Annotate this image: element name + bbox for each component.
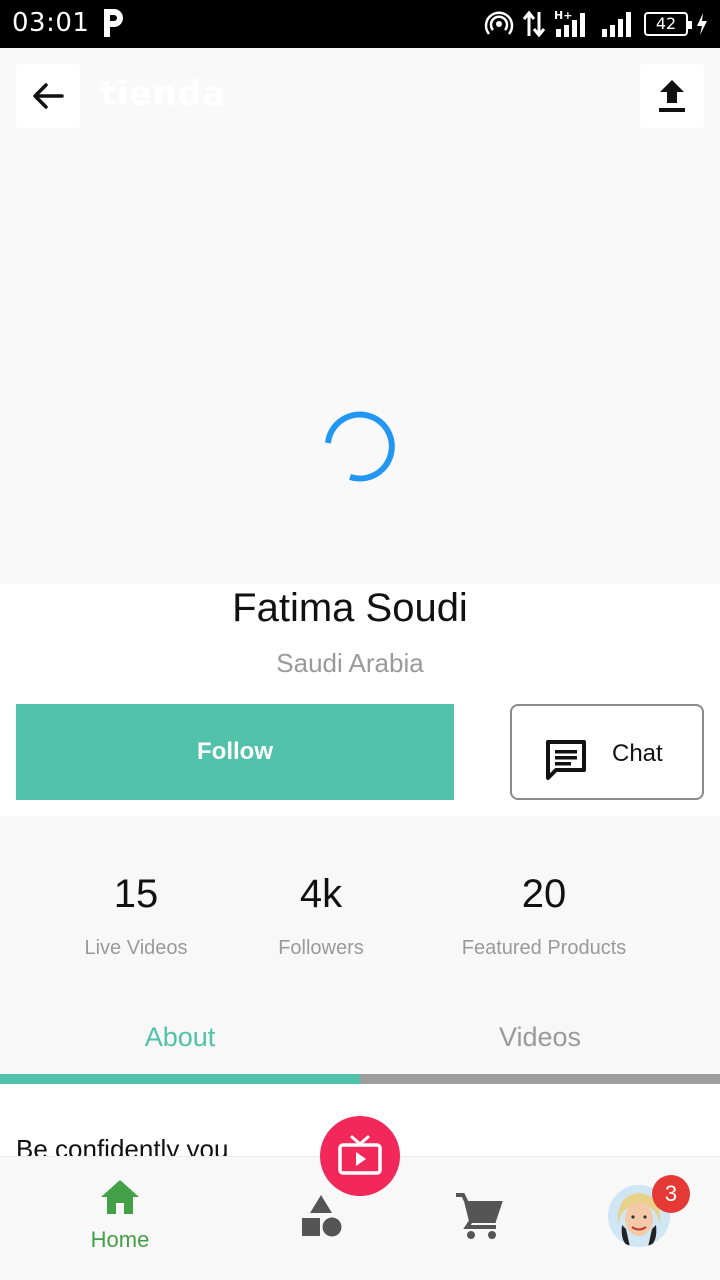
stat-label: Featured Products <box>461 937 627 959</box>
stat-value: 4k <box>299 872 343 916</box>
profile-country: Saudi Arabia <box>276 648 424 678</box>
tv-play-icon <box>338 1135 382 1175</box>
upload-icon <box>659 80 685 112</box>
arrow-left-icon <box>33 83 64 109</box>
stat-value: 15 <box>113 872 159 916</box>
data-arrows-icon <box>522 10 546 38</box>
status-time: 03:01 <box>12 8 90 38</box>
brand-logo: tienda <box>100 74 226 114</box>
stat-live-videos[interactable]: 15 Live Videos <box>36 816 236 960</box>
loading-spinner <box>325 411 395 482</box>
chat-label: Chat <box>612 740 663 767</box>
status-bar: 03:01 H+ 42 <box>0 0 720 48</box>
back-button[interactable] <box>16 64 80 128</box>
nav-home-label: Home <box>90 1227 150 1252</box>
notification-badge: 3 <box>652 1175 690 1213</box>
tab-videos[interactable]: Videos <box>360 998 720 1084</box>
parking-app-icon <box>104 9 123 37</box>
tab-videos-indicator <box>360 1074 720 1084</box>
tab-about-indicator <box>0 1074 360 1084</box>
stat-followers[interactable]: 4k Followers <box>241 816 401 960</box>
stat-value: 20 <box>521 872 567 916</box>
tab-about[interactable]: About <box>0 998 360 1084</box>
stat-label: Live Videos <box>84 937 188 959</box>
stat-label: Followers <box>278 937 364 959</box>
chat-button[interactable]: Chat <box>510 704 704 800</box>
profile-tabs: About Videos <box>0 998 720 1084</box>
cart-icon[interactable] <box>452 1189 506 1243</box>
profile-name: Fatima Soudi <box>232 586 468 630</box>
status-icons: H+ 42 <box>484 9 708 39</box>
charging-icon <box>697 13 707 35</box>
stat-featured-products[interactable]: 20 Featured Products <box>424 816 664 960</box>
svg-text:H+: H+ <box>554 9 572 22</box>
hotspot-icon <box>484 11 514 35</box>
signal-icon <box>602 12 631 37</box>
battery-icon: 42 <box>644 12 692 36</box>
signal-hplus-icon: H+ <box>554 9 585 37</box>
chat-icon <box>546 740 586 780</box>
profile-banner <box>0 48 720 584</box>
follow-button[interactable]: Follow <box>16 704 454 800</box>
home-icon <box>101 1180 139 1214</box>
stats-section: 15 Live Videos 4k Followers 20 Featured … <box>0 816 720 998</box>
share-button[interactable] <box>640 64 704 128</box>
go-live-button[interactable] <box>320 1116 400 1196</box>
nav-home[interactable]: Home <box>60 1177 180 1267</box>
shapes-icon[interactable] <box>296 1191 346 1241</box>
